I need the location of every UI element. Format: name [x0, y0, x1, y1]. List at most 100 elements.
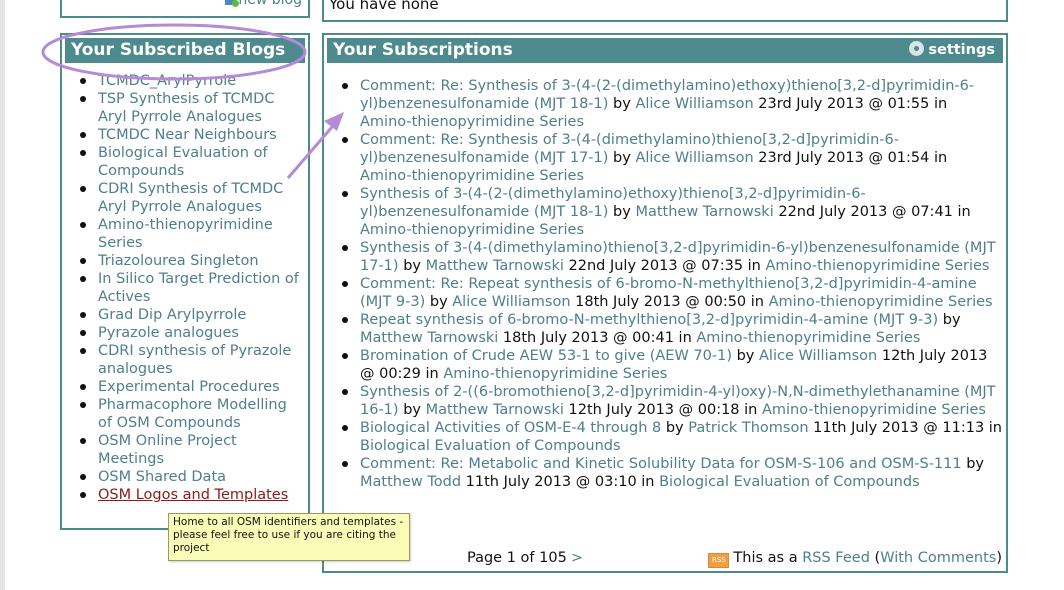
blog-list-item[interactable]: Triazolourea Singleton [80, 252, 300, 270]
rss-feed-area: RSS This as a RSS Feed (With Comments) [708, 550, 1002, 568]
blog-link[interactable]: Pharmacophore Modelling of OSM Compounds [98, 397, 287, 431]
blog-list-item[interactable]: CDRI synthesis of Pyrazole analogues [80, 342, 300, 378]
blog-link[interactable]: TCMDC Near Neighbours [98, 127, 277, 143]
blog-link[interactable]: Pyrazole analogues [98, 325, 239, 341]
blog-list-item[interactable]: Grad Dip Arylpyrrole [80, 306, 300, 324]
blog-link[interactable]: OSM Online Project Meetings [98, 433, 237, 467]
blog-list-item[interactable]: TSP Synthesis of TCMDC Aryl Pyrrole Anal… [80, 90, 300, 126]
new-blog-link[interactable]: new blog [225, 0, 302, 8]
date-text: 18th July 2013 @ 00:50 [575, 294, 747, 310]
author-link[interactable]: Matthew Tarnowski [360, 330, 498, 346]
date-text: 11th July 2013 @ 11:13 [813, 420, 985, 436]
date-text: 23rd July 2013 @ 01:54 [758, 150, 930, 166]
subscription-item: Comment: Re: Synthesis of 3-(4-(2-(dimet… [342, 77, 1002, 131]
blog-link[interactable]: TCMDC_ArylPyrrole [98, 73, 236, 89]
subscription-title-link[interactable]: Repeat synthesis of 6-bromo-N-methylthie… [360, 312, 938, 328]
blog-link[interactable]: In Silico Target Prediction of Actives [98, 271, 299, 305]
blog-list-item[interactable]: Pyrazole analogues [80, 324, 300, 342]
in-text: in [641, 474, 655, 490]
subscription-item: Biological Activities of OSM-E-4 through… [342, 419, 1002, 455]
blog-link[interactable]: OSM Shared Data [98, 469, 226, 485]
in-text: in [750, 294, 764, 310]
rss-prefix: This as a [733, 550, 798, 566]
subscription-item: Synthesis of 3-(4-(dimethylamino)thieno[… [342, 239, 1002, 275]
blog-name-link[interactable]: Biological Evaluation of Compounds [360, 438, 621, 454]
in-text: in [933, 96, 948, 112]
pager: Page 1 of 105 > [467, 550, 583, 566]
blog-link[interactable]: Triazolourea Singleton [98, 253, 259, 269]
by-text: by [613, 96, 631, 112]
blog-link[interactable]: Grad Dip Arylpyrrole [98, 307, 246, 323]
blog-name-link[interactable]: Biological Evaluation of Compounds [659, 474, 920, 490]
subscription-item: Bromination of Crude AEW 53-1 to give (A… [342, 347, 1002, 383]
blog-name-link[interactable]: Amino-thienopyrimidine Series [360, 114, 584, 130]
subscription-title-link[interactable]: Biological Activities of OSM-E-4 through… [360, 420, 661, 436]
gear-icon [909, 41, 925, 56]
blog-link[interactable]: Biological Evaluation of Compounds [98, 145, 268, 179]
subscription-title-link[interactable]: Comment: Re: Metabolic and Kinetic Solub… [360, 456, 962, 472]
in-text: in [747, 258, 761, 274]
in-text: in [425, 366, 439, 382]
blog-link[interactable]: CDRI Synthesis of TCMDC Aryl Pyrrole Ana… [98, 181, 283, 215]
subscriptions-title: Your Subscriptions [333, 40, 513, 60]
rss-comments-link[interactable]: With Comments [880, 550, 996, 566]
blog-list-item[interactable]: OSM Online Project Meetings [80, 432, 300, 468]
blog-link[interactable]: OSM Logos and Templates [98, 487, 288, 503]
settings-button[interactable]: settings [909, 38, 995, 63]
blog-name-link[interactable]: Amino-thienopyrimidine Series [762, 402, 986, 418]
author-link[interactable]: Alice Williamson [635, 96, 753, 112]
author-link[interactable]: Matthew Tarnowski [635, 204, 773, 220]
by-text: by [613, 204, 631, 220]
blog-name-link[interactable]: Amino-thienopyrimidine Series [765, 258, 989, 274]
by-text: by [966, 456, 985, 472]
pager-text: Page 1 of 105 [467, 550, 567, 566]
by-text: by [942, 312, 961, 328]
subscription-title-link[interactable]: Bromination of Crude AEW 53-1 to give (A… [360, 348, 732, 364]
blog-link[interactable]: CDRI synthesis of Pyrazole analogues [98, 343, 291, 377]
by-text: by [613, 150, 631, 166]
my-items-panel-bottom: You have none [322, 0, 1008, 22]
my-blogs-panel-bottom: new blog [60, 0, 310, 18]
blog-name-link[interactable]: Amino-thienopyrimidine Series [443, 366, 667, 382]
in-text: in [988, 420, 1002, 436]
author-link[interactable]: Alice Williamson [635, 150, 753, 166]
author-link[interactable]: Alice Williamson [759, 348, 877, 364]
tooltip: Home to all OSM identifiers and template… [168, 513, 410, 561]
none-text: You have none [329, 0, 439, 13]
blog-list-item[interactable]: In Silico Target Prediction of Actives [80, 270, 300, 306]
author-link[interactable]: Matthew Tarnowski [426, 402, 564, 418]
blog-name-link[interactable]: Amino-thienopyrimidine Series [696, 330, 920, 346]
subscriptions-panel: Your Subscriptions settings Comment: Re:… [322, 33, 1008, 573]
author-link[interactable]: Matthew Todd [360, 474, 461, 490]
new-blog-label: new blog [238, 0, 302, 8]
by-text: by [665, 420, 684, 436]
settings-label: settings [928, 42, 995, 58]
blog-list-item[interactable]: CDRI Synthesis of TCMDC Aryl Pyrrole Ana… [80, 180, 300, 216]
rss-feed-link[interactable]: RSS Feed [802, 550, 870, 566]
author-link[interactable]: Alice Williamson [452, 294, 570, 310]
by-text: by [403, 402, 421, 418]
blog-list-item[interactable]: TCMDC_ArylPyrrole [80, 72, 300, 90]
blog-list-item[interactable]: TCMDC Near Neighbours [80, 126, 300, 144]
blog-name-link[interactable]: Amino-thienopyrimidine Series [360, 168, 584, 184]
blog-link[interactable]: Amino-thienopyrimidine Series [98, 217, 273, 251]
in-text: in [933, 150, 948, 166]
by-text: by [403, 258, 421, 274]
blog-list-item[interactable]: OSM Logos and Templates [80, 486, 300, 504]
subscription-item: Comment: Re: Synthesis of 3-(4-(dimethyl… [342, 131, 1002, 185]
blog-list-item[interactable]: Biological Evaluation of Compounds [80, 144, 300, 180]
blog-list-item[interactable]: Experimental Procedures [80, 378, 300, 396]
blog-name-link[interactable]: Amino-thienopyrimidine Series [360, 222, 584, 238]
subscribed-blogs-panel: Your Subscribed Blogs TCMDC_ArylPyrrole T… [60, 33, 310, 530]
author-link[interactable]: Matthew Tarnowski [426, 258, 564, 274]
next-page-link[interactable]: > [571, 550, 583, 566]
author-link[interactable]: Patrick Thomson [688, 420, 808, 436]
blog-name-link[interactable]: Amino-thienopyrimidine Series [769, 294, 993, 310]
subscribed-blogs-header: Your Subscribed Blogs [65, 38, 305, 63]
blog-link[interactable]: Experimental Procedures [98, 379, 280, 395]
blog-link[interactable]: TSP Synthesis of TCMDC Aryl Pyrrole Anal… [98, 91, 274, 125]
blog-list-item[interactable]: OSM Shared Data [80, 468, 300, 486]
rss-icon[interactable]: RSS [708, 553, 730, 568]
blog-list-item[interactable]: Pharmacophore Modelling of OSM Compounds [80, 396, 300, 432]
blog-list-item[interactable]: Amino-thienopyrimidine Series [80, 216, 300, 252]
